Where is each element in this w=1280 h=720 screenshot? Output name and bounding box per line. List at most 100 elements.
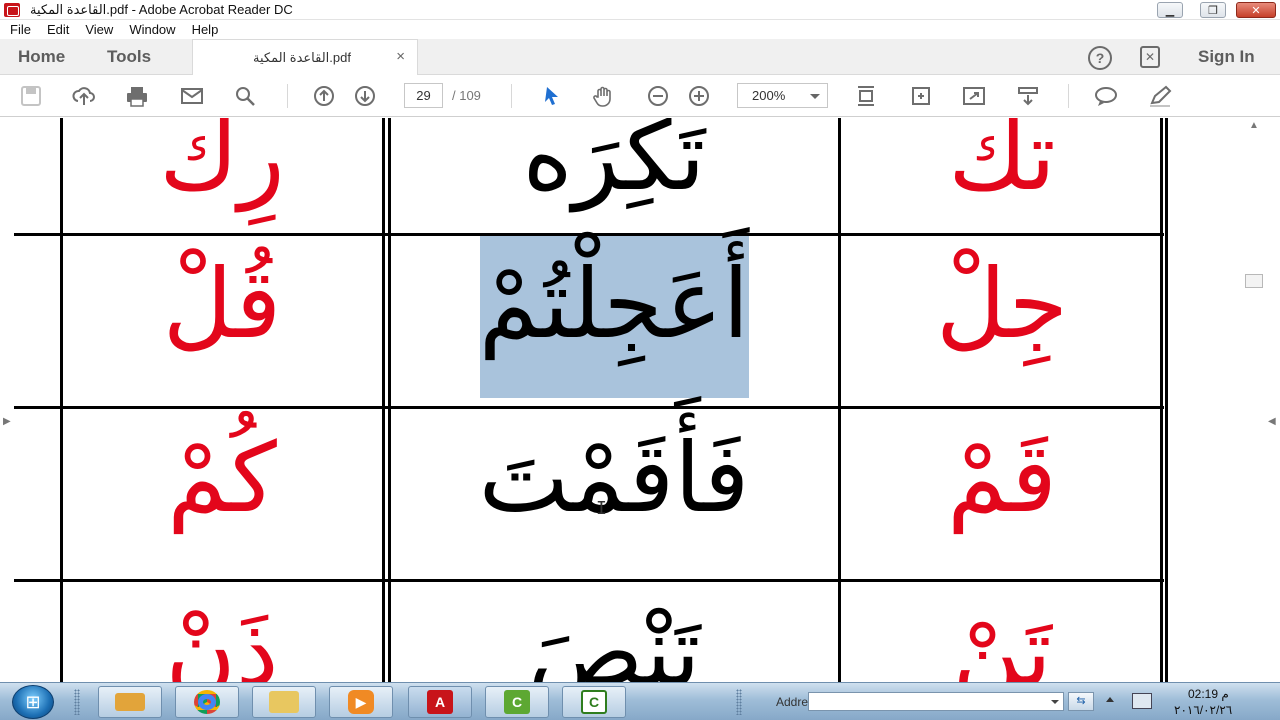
vertical-scrollbar-thumb[interactable] bbox=[1245, 274, 1263, 288]
clock-date[interactable]: ٢٠١٦/٠٢/٢٦ bbox=[1174, 703, 1232, 717]
page-number-input[interactable]: 29 bbox=[404, 83, 443, 108]
tab-row: Home Tools القاعدة المكية.pdf × ? ✕ Sign… bbox=[0, 39, 1280, 76]
arabic-word-cell: جِلْ bbox=[935, 248, 1069, 360]
table-border bbox=[1165, 118, 1168, 682]
select-cursor-icon[interactable] bbox=[539, 85, 565, 107]
keyboard-icon bbox=[115, 693, 145, 711]
restore-button[interactable]: ❐ bbox=[1200, 2, 1226, 18]
table-border bbox=[14, 579, 1164, 582]
media-player-app[interactable]: ▶ bbox=[329, 686, 393, 718]
table-border bbox=[388, 118, 391, 682]
windows-logo-icon: ⊞ bbox=[25, 691, 41, 712]
close-tab-button[interactable]: × bbox=[396, 48, 405, 65]
table-border bbox=[838, 118, 841, 682]
print-icon[interactable] bbox=[124, 85, 150, 107]
toolbar bbox=[0, 75, 1280, 117]
arabic-word-cell: رِك bbox=[159, 118, 285, 212]
right-panel-toggle-icon[interactable]: ◀ bbox=[1268, 416, 1276, 427]
toolbar-separator bbox=[511, 84, 512, 108]
mobile-link-icon[interactable]: ✕ bbox=[1140, 46, 1160, 68]
tab-home[interactable]: Home bbox=[18, 47, 65, 67]
sign-in-link[interactable]: Sign In bbox=[1198, 47, 1255, 67]
zoom-select[interactable]: 200% bbox=[737, 83, 828, 108]
arabic-word-cell: تك bbox=[948, 118, 1056, 212]
acrobat-logo-icon bbox=[4, 2, 20, 17]
menu-edit[interactable]: Edit bbox=[39, 22, 77, 37]
taskbar-grip[interactable] bbox=[74, 689, 80, 715]
start-button[interactable]: ⊞ bbox=[12, 685, 54, 719]
rotate-icon[interactable] bbox=[908, 85, 934, 107]
arabic-word-cell: كُمْ bbox=[167, 422, 277, 534]
arabic-word-cell: تَكِرَه bbox=[522, 118, 706, 212]
scroll-up-icon[interactable]: ▲ bbox=[1249, 120, 1259, 131]
camtasia-studio-icon: C bbox=[581, 690, 607, 714]
language-bar-icon[interactable] bbox=[1132, 693, 1152, 709]
keyboard-app[interactable] bbox=[98, 686, 162, 718]
menu-window[interactable]: Window bbox=[121, 22, 183, 37]
go-arrow-icon: ⇆ bbox=[1076, 695, 1086, 707]
page-down-icon[interactable] bbox=[352, 85, 378, 107]
chrome-app[interactable] bbox=[175, 686, 239, 718]
save-icon[interactable] bbox=[18, 85, 44, 107]
arabic-word-cell: تَنْ bbox=[952, 596, 1052, 682]
camtasia-recorder-app[interactable]: C bbox=[485, 686, 549, 718]
help-icon[interactable]: ? bbox=[1088, 46, 1112, 70]
hand-icon[interactable] bbox=[591, 85, 617, 107]
menu-help[interactable]: Help bbox=[184, 22, 227, 37]
page-total: / 109 bbox=[452, 88, 481, 103]
minimize-button[interactable]: ▁ bbox=[1157, 2, 1183, 18]
search-icon[interactable] bbox=[232, 85, 258, 107]
arabic-word-cell: قَمْ bbox=[947, 422, 1057, 534]
zoom-value: 200% bbox=[752, 88, 786, 103]
go-button[interactable]: ⇆ bbox=[1068, 692, 1094, 711]
left-panel-toggle-icon[interactable]: ▶ bbox=[3, 416, 11, 427]
explorer-app[interactable] bbox=[252, 686, 316, 718]
comment-icon[interactable] bbox=[1093, 85, 1119, 107]
tab-document[interactable]: القاعدة المكية.pdf × bbox=[192, 39, 418, 76]
upload-icon[interactable] bbox=[71, 85, 97, 107]
fullscreen-icon[interactable] bbox=[961, 85, 987, 107]
toolbar-separator bbox=[1068, 84, 1069, 108]
email-icon[interactable] bbox=[179, 85, 205, 107]
menu-bar: File Edit View Window Help bbox=[0, 20, 1280, 39]
show-hidden-icons-icon[interactable] bbox=[1106, 697, 1114, 702]
arabic-word-cell: قُلْ bbox=[162, 248, 282, 360]
menu-file[interactable]: File bbox=[0, 22, 39, 37]
camtasia-studio-app[interactable]: C bbox=[562, 686, 626, 718]
close-window-button[interactable]: ✕ bbox=[1236, 2, 1276, 18]
arabic-word-cell: فَأَقَمْتَ bbox=[478, 422, 750, 534]
acrobat-app[interactable]: A bbox=[408, 686, 472, 718]
zoom-in-icon[interactable] bbox=[686, 85, 712, 107]
windows-taskbar: ⊞ ▶ A C C Address ⇆ 02:19 م ٢٠١٦/٠٢/٢٦ bbox=[0, 682, 1280, 720]
text-cursor-icon: I bbox=[596, 498, 607, 519]
close-icon: ✕ bbox=[1251, 4, 1261, 17]
toolbar-separator bbox=[287, 84, 288, 108]
folder-icon bbox=[269, 691, 299, 713]
clock-time[interactable]: 02:19 م bbox=[1188, 687, 1229, 701]
tab-tools[interactable]: Tools bbox=[107, 47, 151, 67]
menu-view[interactable]: View bbox=[77, 22, 121, 37]
address-input[interactable] bbox=[808, 692, 1064, 711]
table-border bbox=[1160, 118, 1163, 682]
acrobat-icon: A bbox=[427, 690, 453, 714]
table-border bbox=[14, 406, 1164, 409]
taskbar-grip[interactable] bbox=[736, 689, 742, 715]
table-border bbox=[382, 118, 385, 682]
scroll-mode-icon[interactable] bbox=[1015, 85, 1041, 107]
camtasia-recorder-icon: C bbox=[504, 690, 530, 714]
highlight-pen-icon[interactable] bbox=[1147, 85, 1173, 107]
arabic-word-cell: تَنْصَ bbox=[527, 596, 701, 682]
chevron-down-icon bbox=[810, 94, 820, 99]
table-border bbox=[60, 118, 63, 682]
page-up-icon[interactable] bbox=[311, 85, 337, 107]
table-border bbox=[14, 233, 1164, 236]
selected-arabic-word[interactable]: أَعَجِلْتُمْ bbox=[479, 256, 750, 352]
window-title: القاعدة المكية.pdf - Adobe Acrobat Reade… bbox=[30, 1, 293, 17]
restore-icon: ❐ bbox=[1208, 4, 1218, 17]
fit-page-icon[interactable] bbox=[853, 85, 879, 107]
document-tab-title: القاعدة المكية.pdf bbox=[253, 50, 351, 65]
document-view[interactable]: رِك تَكِرَه تك قُلْ أَعَجِلْتُمْ جِلْ كُ… bbox=[0, 118, 1280, 682]
zoom-out-icon[interactable] bbox=[645, 85, 671, 107]
title-bar: القاعدة المكية.pdf - Adobe Acrobat Reade… bbox=[0, 0, 1280, 20]
media-player-icon: ▶ bbox=[348, 690, 374, 714]
